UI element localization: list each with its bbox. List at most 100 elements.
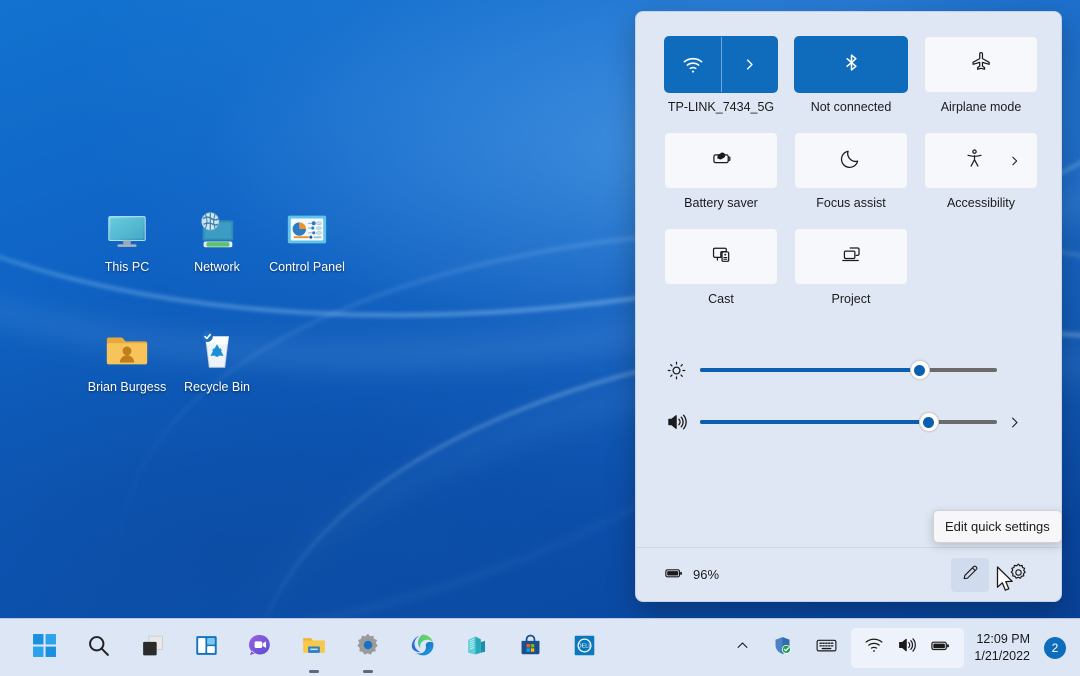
airplane-mode-tile-button[interactable] [924,36,1038,93]
clock-time: 12:09 PM [976,631,1030,648]
taskbar: DELL [0,618,1080,676]
control-panel-icon [283,206,331,254]
defender-button[interactable] [763,627,802,669]
widgets-button[interactable] [184,626,228,670]
brightness-slider[interactable] [700,359,997,381]
quick-tile-label: Airplane mode [941,100,1022,115]
quick-settings-sliders [664,324,1033,448]
battery-status: 96% [664,563,719,586]
volume-output-chevron-right-icon[interactable] [997,415,1031,430]
desktop-icon-label: This PC [105,260,149,274]
wifi-icon [665,37,721,92]
chat-button[interactable] [238,626,282,670]
office-buildings-icon [464,633,489,663]
chevron-up-icon [735,638,750,658]
quick-tile-cast: Cast [664,228,778,307]
quick-settings-body: TP-LINK_7434_5G Not connected [636,12,1061,547]
accessibility-chevron-right-icon[interactable] [1008,154,1021,167]
focus-assist-tile-button[interactable] [794,132,908,189]
volume-icon [897,635,917,660]
start-button[interactable] [22,626,66,670]
task-view-icon [140,633,165,663]
brightness-fill [700,368,920,372]
quick-tile-label: Focus assist [816,196,885,211]
search-button[interactable] [76,626,120,670]
gear-icon [1008,562,1029,588]
accessibility-tile-button[interactable] [924,132,1038,189]
battery-saver-tile-button[interactable] [664,132,778,189]
quick-tile-wifi: TP-LINK_7434_5G [664,36,778,115]
file-explorer-button[interactable] [292,626,336,670]
recycle-bin-icon [193,326,241,374]
desktop-icon-recycle-bin[interactable]: Recycle Bin [172,326,262,446]
microsoft-store-icon [518,633,543,663]
desktop-icon-control-panel[interactable]: Control Panel [262,206,352,326]
defender-shield-icon [772,635,793,661]
user-folder-icon [103,326,151,374]
touch-keyboard-button[interactable] [806,627,847,669]
desktop-icon-label: Recycle Bin [184,380,250,394]
volume-slider[interactable] [700,411,997,433]
volume-fill [700,420,929,424]
notification-badge[interactable]: 2 [1044,637,1066,659]
tray-status-button[interactable] [851,628,964,668]
volume-thumb[interactable] [919,412,939,432]
clock-button[interactable]: 12:09 PM 1/21/2022 [968,631,1040,665]
task-view-button[interactable] [130,626,174,670]
quick-tile-battery-saver: Battery saver [664,132,778,211]
network-globe-icon [193,206,241,254]
project-tile-button[interactable] [794,228,908,285]
project-icon [840,243,863,271]
cast-tile-button[interactable] [664,228,778,285]
volume-slider-row [664,396,1033,448]
desktop-icon-label: Control Panel [269,260,345,274]
brightness-thumb[interactable] [910,360,930,380]
quick-tile-label: Not connected [811,100,892,115]
battery-saver-icon [709,146,734,176]
accessibility-icon [964,148,985,174]
quick-tile-bluetooth: Not connected [794,36,908,115]
dell-button[interactable]: DELL [562,626,606,670]
windows-logo-icon [32,633,57,663]
svg-text:DELL: DELL [577,643,591,649]
desktop-icon-label: Brian Burgess [88,380,167,394]
battery-icon [664,563,684,586]
wifi-tile-button[interactable] [664,36,778,93]
bluetooth-icon [841,52,862,78]
quick-tile-label: Cast [708,292,734,307]
settings-button[interactable] [999,558,1037,592]
office-button[interactable] [454,626,498,670]
quick-tile-airplane-mode: Airplane mode [924,36,1038,115]
quick-tile-focus-assist: Focus assist [794,132,908,211]
widgets-icon [194,633,219,663]
settings-button[interactable] [346,626,390,670]
airplane-icon [970,51,992,78]
taskbar-apps: DELL [22,626,606,670]
edge-button[interactable] [400,626,444,670]
edit-quick-settings-tooltip: Edit quick settings [933,510,1062,543]
cast-icon [710,243,733,271]
quick-tile-label: Battery saver [684,196,758,211]
search-icon [86,633,111,663]
battery-icon [930,635,951,661]
brightness-slider-row [664,344,1033,396]
store-button[interactable] [508,626,552,670]
quick-tile-project: Project [794,228,908,307]
desktop-icon-network[interactable]: Network [172,206,262,326]
edit-quick-settings-button[interactable] [951,558,989,592]
bluetooth-tile-button[interactable] [794,36,908,93]
tray-overflow-button[interactable] [726,627,759,669]
desktop-icon-this-pc[interactable]: This PC [82,206,172,326]
gear-icon [355,632,381,663]
pencil-icon [961,563,980,587]
desktop-screen: This PC Network [0,0,1080,676]
wifi-chevron-right-icon[interactable] [721,37,777,92]
wifi-icon [864,635,884,660]
desktop-icon-brian-burgess[interactable]: Brian Burgess [82,326,172,446]
chat-icon [247,632,273,663]
dell-icon: DELL [572,633,597,663]
battery-percent-label: 96% [693,567,719,582]
desktop-icon-label: Network [194,260,240,274]
quick-tile-accessibility: Accessibility [924,132,1038,211]
app-active-indicator [309,670,319,673]
